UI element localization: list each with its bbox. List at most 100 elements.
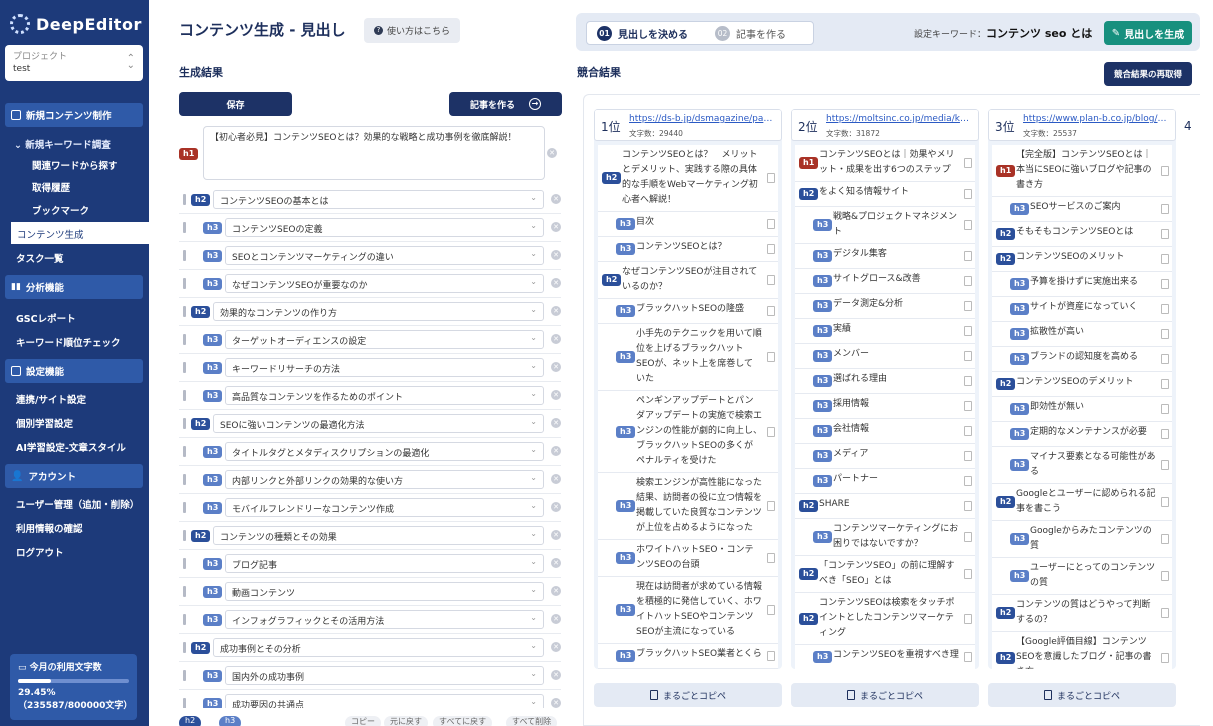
sidebar-item-rank-check[interactable]: キーワード順位チェック [16,335,121,349]
copy-icon[interactable] [1161,165,1169,176]
drag-handle-icon[interactable] [183,586,186,597]
competitor-heading-row[interactable]: h2 コンテンツSEOのデメリット [992,372,1172,397]
competitor-heading-row[interactable]: h1 コンテンツSEOとは｜効果やメリット・成果を出す6つのステップ [795,145,975,182]
outline-row[interactable]: h3 ターゲットオーディエンスの設定 ⌄ ✕ [179,326,561,354]
copy-icon[interactable] [767,244,775,254]
sidebar-item-related-words[interactable]: 関連ワードから探す [32,158,118,172]
competitor-heading-row[interactable]: h3 現在は訪問者が求めている情報を積極的に発信していく、ホワイトハットSEOやコ… [598,577,778,644]
delete-icon[interactable]: ✕ [551,586,561,596]
competitor-heading-row[interactable]: h2 なぜコンテンツSEOが注目されているのか？ [598,262,778,299]
outline-row[interactable]: h3 モバイルフレンドリーなコンテンツ作成 ⌄ ✕ [179,494,561,522]
copy-icon[interactable] [964,401,972,411]
drag-handle-icon[interactable] [183,418,186,429]
step-decide-headings[interactable]: 01 見出しを決める [587,22,705,44]
sidebar-item-usage-info[interactable]: 利用情報の確認 [16,521,83,535]
copy-icon[interactable] [767,352,775,362]
delete-icon[interactable]: ✕ [551,222,561,232]
heading-input[interactable]: 国内外の成功事例 ⌄ [225,666,544,685]
delete-all-button[interactable]: すべて削除 [506,716,558,726]
copy-icon[interactable] [767,426,775,437]
outline-row[interactable]: h2 コンテンツSEOの基本とは ⌄ ✕ [179,186,561,214]
copy-icon[interactable] [964,276,972,286]
competitor-heading-row[interactable]: h3 会社情報 [795,419,975,444]
copy-icon[interactable] [1161,304,1169,314]
competitor-heading-row[interactable]: h2 そもそもコンテンツSEOとは [992,222,1172,247]
copy-all-button[interactable]: まるごとコピペ [594,683,782,707]
sidebar-item-content-gen[interactable]: コンテンツ生成 [11,222,149,244]
drag-handle-icon[interactable] [183,558,186,569]
outline-row[interactable]: h3 動画コンテンツ ⌄ ✕ [179,578,561,606]
competitor-heading-row[interactable]: h2 SHARE [795,494,975,519]
competitor-heading-row[interactable]: h3 選ばれる理由 [795,369,975,394]
outline-row[interactable]: h3 なぜコンテンツSEOが重要なのか ⌄ ✕ [179,270,561,298]
copy-button[interactable]: コピー [345,716,381,726]
competitor-heading-row[interactable]: h3 サイトが資産になっていく [992,297,1172,322]
undo-button[interactable]: 元に戻す [384,716,428,726]
competitor-heading-row[interactable]: h3 即効性が無い [992,397,1172,422]
drag-handle-icon[interactable] [183,530,186,541]
outline-row[interactable]: h2 SEOに強いコンテンツの最適化方法 ⌄ ✕ [179,410,561,438]
copy-icon[interactable] [964,251,972,261]
competitor-heading-row[interactable]: h3 コンテンツマーケティングにお困りではないですか？ [795,519,975,556]
competitor-url-link[interactable]: https://ds-b.jp/dsmagazine/pages/ [629,114,777,124]
competitor-heading-row[interactable]: h2 コンテンツSEOのメリット [992,247,1172,272]
copy-icon[interactable] [767,605,775,615]
copy-icon[interactable] [1161,404,1169,414]
sidebar-item-gsc-report[interactable]: GSCレポート [16,311,76,325]
outline-row[interactable]: h3 高品質なコンテンツを作るためのポイント ⌄ ✕ [179,382,561,410]
outline-row[interactable]: h3 キーワードリサーチの方法 ⌄ ✕ [179,354,561,382]
delete-icon[interactable]: ✕ [551,390,561,400]
outline-row[interactable]: h3 タイトルタグとメタディスクリプションの最適化 ⌄ ✕ [179,438,561,466]
copy-icon[interactable] [1161,608,1169,618]
delete-icon[interactable]: ✕ [551,418,561,428]
copy-icon[interactable] [1161,460,1169,470]
competitor-heading-row[interactable]: h3 拡散性が高い [992,322,1172,347]
outline-row[interactable]: h2 効果的なコンテンツの作り方 ⌄ ✕ [179,298,561,326]
outline-row[interactable]: h3 ブログ記事 ⌄ ✕ [179,550,561,578]
delete-icon[interactable]: ✕ [551,474,561,484]
heading-input[interactable]: キーワードリサーチの方法 ⌄ [225,358,544,377]
competitor-heading-row[interactable]: h3 ユーザーにとってのコンテンツの質 [992,558,1172,595]
copy-icon[interactable] [964,326,972,336]
copy-icon[interactable] [1161,379,1169,389]
competitor-heading-row[interactable]: h3 予算を掛けずに実施出来る [992,272,1172,297]
competitor-heading-row[interactable]: h3 検索エンジンが高性能になった結果、訪問者の役に立つ情報を掲載していた良質なコ… [598,473,778,540]
delete-icon[interactable]: ✕ [551,558,561,568]
heading-input[interactable]: 高品質なコンテンツを作るためのポイント ⌄ [225,386,544,405]
heading-input[interactable]: インフォグラフィックとその活用方法 ⌄ [225,610,544,629]
delete-icon[interactable]: ✕ [551,614,561,624]
competitor-heading-row[interactable]: h3 小手先のテクニックを用いて順位を上げるブラックハットSEOが、ネット上を席巻… [598,324,778,391]
competitor-heading-row[interactable]: h3 戦略&プロジェクトマネジメント [795,207,975,244]
competitor-heading-row[interactable]: h3 コンテンツSEOとは？ [598,237,778,262]
competitor-heading-row[interactable]: h3 定期的なメンテナンスが必要 [992,422,1172,447]
copy-icon[interactable] [1161,204,1169,214]
sidebar-item-site-settings[interactable]: 連携/サイト設定 [16,392,86,406]
competitor-heading-row[interactable]: h3 ペンギンアップデートとパンダアップデートの実施で検索エンジンの性能が劇的に向… [598,391,778,473]
drag-handle-icon[interactable] [183,390,186,401]
copy-icon[interactable] [1161,497,1169,507]
refetch-competitors-button[interactable]: 競合結果の再取得 [1104,62,1192,86]
outline-row[interactable]: h3 インフォグラフィックとその活用方法 ⌄ ✕ [179,606,561,634]
heading-input[interactable]: SEOとコンテンツマーケティングの違い ⌄ [225,246,544,265]
copy-icon[interactable] [1161,229,1169,239]
delete-icon[interactable]: ✕ [551,306,561,316]
copy-icon[interactable] [1161,329,1169,339]
drag-handle-icon[interactable] [183,362,186,373]
delete-icon[interactable]: ✕ [551,250,561,260]
heading-input[interactable]: 内部リンクと外部リンクの効果的な使い方 ⌄ [225,470,544,489]
heading-input[interactable]: SEOに強いコンテンツの最適化方法 ⌄ [213,414,544,433]
competitor-url-link[interactable]: https://www.plan-b.co.jp/blog/seo/ [1023,114,1171,124]
competitor-heading-row[interactable]: h3 メンバー [795,344,975,369]
competitor-heading-row[interactable]: h3 デジタル集客 [795,244,975,269]
drag-handle-icon[interactable] [183,474,186,485]
competitor-heading-row[interactable]: h3 採用情報 [795,394,975,419]
h1-textarea[interactable]: 【初心者必見】コンテンツSEOとは？効果的な戦略と成功事例を徹底解説！ [203,126,545,180]
sidebar-item-bookmark[interactable]: ブックマーク [32,203,89,217]
competitor-heading-row[interactable]: h3 サイトグロース&改善 [795,269,975,294]
copy-icon[interactable] [1161,279,1169,289]
competitor-heading-row[interactable]: h2 コンテンツSEOとは？ メリットとデメリット、実践する際の具体的な手順をWe… [598,145,778,212]
delete-icon[interactable]: ✕ [551,502,561,512]
outline-row[interactable]: h2 成功事例とその分析 ⌄ ✕ [179,634,561,662]
copy-icon[interactable] [964,501,972,511]
competitor-heading-row[interactable]: h2【Google評価目線】コンテンツSEOを意識したブログ・記事の書き方 [992,632,1172,669]
